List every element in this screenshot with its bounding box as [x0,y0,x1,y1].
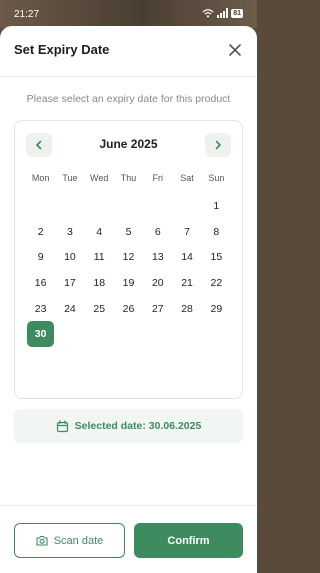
empty-day-cell [86,193,113,219]
day-cell[interactable]: 12 [115,244,142,270]
calendar-icon [56,419,68,432]
day-cell[interactable]: 14 [173,244,200,270]
day-cell[interactable]: 27 [144,296,171,322]
battery-icon: 81 [231,8,243,18]
day-cell[interactable]: 7 [173,219,200,245]
day-cell[interactable]: 22 [203,270,230,296]
day-cell[interactable]: 5 [115,219,142,245]
header-divider [0,76,257,77]
day-cell[interactable]: 18 [86,270,113,296]
confirm-button[interactable]: Confirm [134,523,243,558]
day-cell[interactable]: 24 [56,296,83,322]
day-cell[interactable]: 29 [203,296,230,322]
selected-date-text: Selected date: 30.06.2025 [74,420,202,432]
day-cell[interactable]: 9 [27,244,54,270]
close-button[interactable] [227,42,243,58]
day-cell[interactable]: 1 [203,193,230,219]
camera-icon [36,535,48,546]
day-cell[interactable]: 25 [86,296,113,322]
scan-date-label: Scan date [53,534,104,547]
day-cell[interactable]: 16 [27,270,54,296]
day-cell[interactable]: 23 [27,296,54,322]
status-icons: 81 [202,8,243,18]
confirm-label: Confirm [167,534,210,547]
expiry-date-sheet: Set Expiry Date Please select an expiry … [0,26,257,573]
status-time: 21:27 [14,9,40,20]
calendar: June 2025 Mon Tue Wed Thu Fri Sat Sun 12… [14,120,243,399]
scan-date-button[interactable]: Scan date [14,523,125,558]
selected-date-banner: Selected date: 30.06.2025 [14,409,243,443]
chevron-right-icon [215,140,221,150]
weekday-header: Mon Tue Wed Thu Fri Sat Sun [26,173,231,183]
day-cell[interactable]: 2 [27,219,54,245]
empty-day-cell [56,193,83,219]
day-cell[interactable]: 4 [86,219,113,245]
day-cell[interactable]: 13 [144,244,171,270]
day-cell[interactable]: 19 [115,270,142,296]
weekday-label: Mon [31,173,50,183]
empty-day-cell [173,193,200,219]
day-cell[interactable]: 28 [173,296,200,322]
weekday-label: Tue [62,173,78,183]
day-cell[interactable]: 17 [56,270,83,296]
status-bar: 21:27 81 [0,0,257,28]
sheet-title: Set Expiry Date [14,42,110,57]
weekday-label: Sun [208,173,225,183]
day-cell[interactable]: 8 [203,219,230,245]
day-cell[interactable]: 21 [173,270,200,296]
empty-day-cell [27,193,54,219]
weekday-label: Wed [90,173,109,183]
day-cell[interactable]: 6 [144,219,171,245]
next-month-button[interactable] [205,133,231,157]
empty-day-cell [115,193,142,219]
day-cell[interactable]: 10 [56,244,83,270]
weekday-label: Fri [152,173,164,183]
empty-day-cell [144,193,171,219]
weekday-label: Thu [120,173,137,183]
signal-icon [217,8,229,18]
footer-divider [0,505,257,506]
close-icon [229,44,241,56]
selected-day-cell[interactable]: 30 [27,321,55,348]
day-cell[interactable]: 11 [86,244,113,270]
weekday-label: Sat [180,173,194,183]
day-cell[interactable]: 15 [203,244,230,270]
day-cell[interactable]: 20 [144,270,171,296]
wifi-icon [202,9,214,18]
day-cell[interactable]: 26 [115,296,142,322]
day-grid: 1 2 3 4 5 6 7 8 9 10 11 12 13 14 15 16 17 18 19 20 21 22 23 24 2… [26,193,231,348]
day-cell[interactable]: 3 [56,219,83,245]
sheet-subtitle: Please select an expiry date for this pr… [26,93,231,105]
